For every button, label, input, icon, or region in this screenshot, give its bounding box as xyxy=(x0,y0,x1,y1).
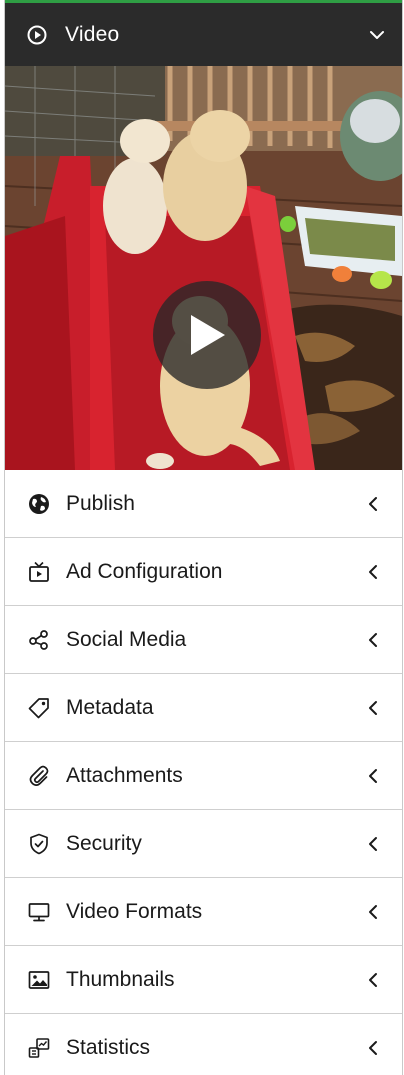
menu-item-attachments[interactable]: Attachments xyxy=(5,742,402,810)
menu-item-label: Statistics xyxy=(66,1035,151,1059)
menu-item-publish[interactable]: Publish xyxy=(5,470,402,538)
section-menu: Publish Ad Configuration Social Media Me… xyxy=(5,470,402,1075)
chevron-left-icon xyxy=(366,903,380,921)
menu-item-label: Ad Configuration xyxy=(66,559,223,583)
menu-item-statistics[interactable]: Statistics xyxy=(5,1014,402,1075)
menu-item-label: Social Media xyxy=(66,627,187,651)
tv-icon xyxy=(28,561,50,583)
tag-icon xyxy=(28,697,50,719)
stats-icon xyxy=(28,1037,50,1059)
chevron-down-icon[interactable] xyxy=(366,24,388,46)
video-thumbnail xyxy=(5,66,402,470)
chevron-left-icon xyxy=(366,631,380,649)
chevron-left-icon xyxy=(366,971,380,989)
video-panel: Video Publish Ad Configuration Social Me… xyxy=(4,0,403,1075)
video-section-header[interactable]: Video xyxy=(5,3,402,66)
chevron-left-icon xyxy=(366,1039,380,1057)
menu-item-label: Thumbnails xyxy=(66,967,175,991)
shield-icon xyxy=(28,833,50,855)
chevron-left-icon xyxy=(366,495,380,513)
menu-item-label: Video Formats xyxy=(66,899,203,923)
play-icon xyxy=(191,315,225,355)
section-title: Video xyxy=(65,22,120,46)
video-player[interactable] xyxy=(5,66,402,470)
chevron-left-icon xyxy=(366,767,380,785)
globe-icon xyxy=(28,493,50,515)
chevron-left-icon xyxy=(366,563,380,581)
play-circle-icon xyxy=(27,25,47,45)
chevron-left-icon xyxy=(366,699,380,717)
chevron-left-icon xyxy=(366,835,380,853)
menu-item-label: Publish xyxy=(66,491,135,515)
menu-item-video-formats[interactable]: Video Formats xyxy=(5,878,402,946)
menu-item-security[interactable]: Security xyxy=(5,810,402,878)
menu-item-label: Attachments xyxy=(66,763,183,787)
monitor-icon xyxy=(28,901,50,923)
play-button[interactable] xyxy=(153,281,261,389)
menu-item-label: Security xyxy=(66,831,142,855)
menu-item-metadata[interactable]: Metadata xyxy=(5,674,402,742)
menu-item-ad-configuration[interactable]: Ad Configuration xyxy=(5,538,402,606)
share-icon xyxy=(28,629,50,651)
image-icon xyxy=(28,969,50,991)
menu-item-social-media[interactable]: Social Media xyxy=(5,606,402,674)
menu-item-label: Metadata xyxy=(66,695,154,719)
menu-item-thumbnails[interactable]: Thumbnails xyxy=(5,946,402,1014)
paperclip-icon xyxy=(28,765,50,787)
